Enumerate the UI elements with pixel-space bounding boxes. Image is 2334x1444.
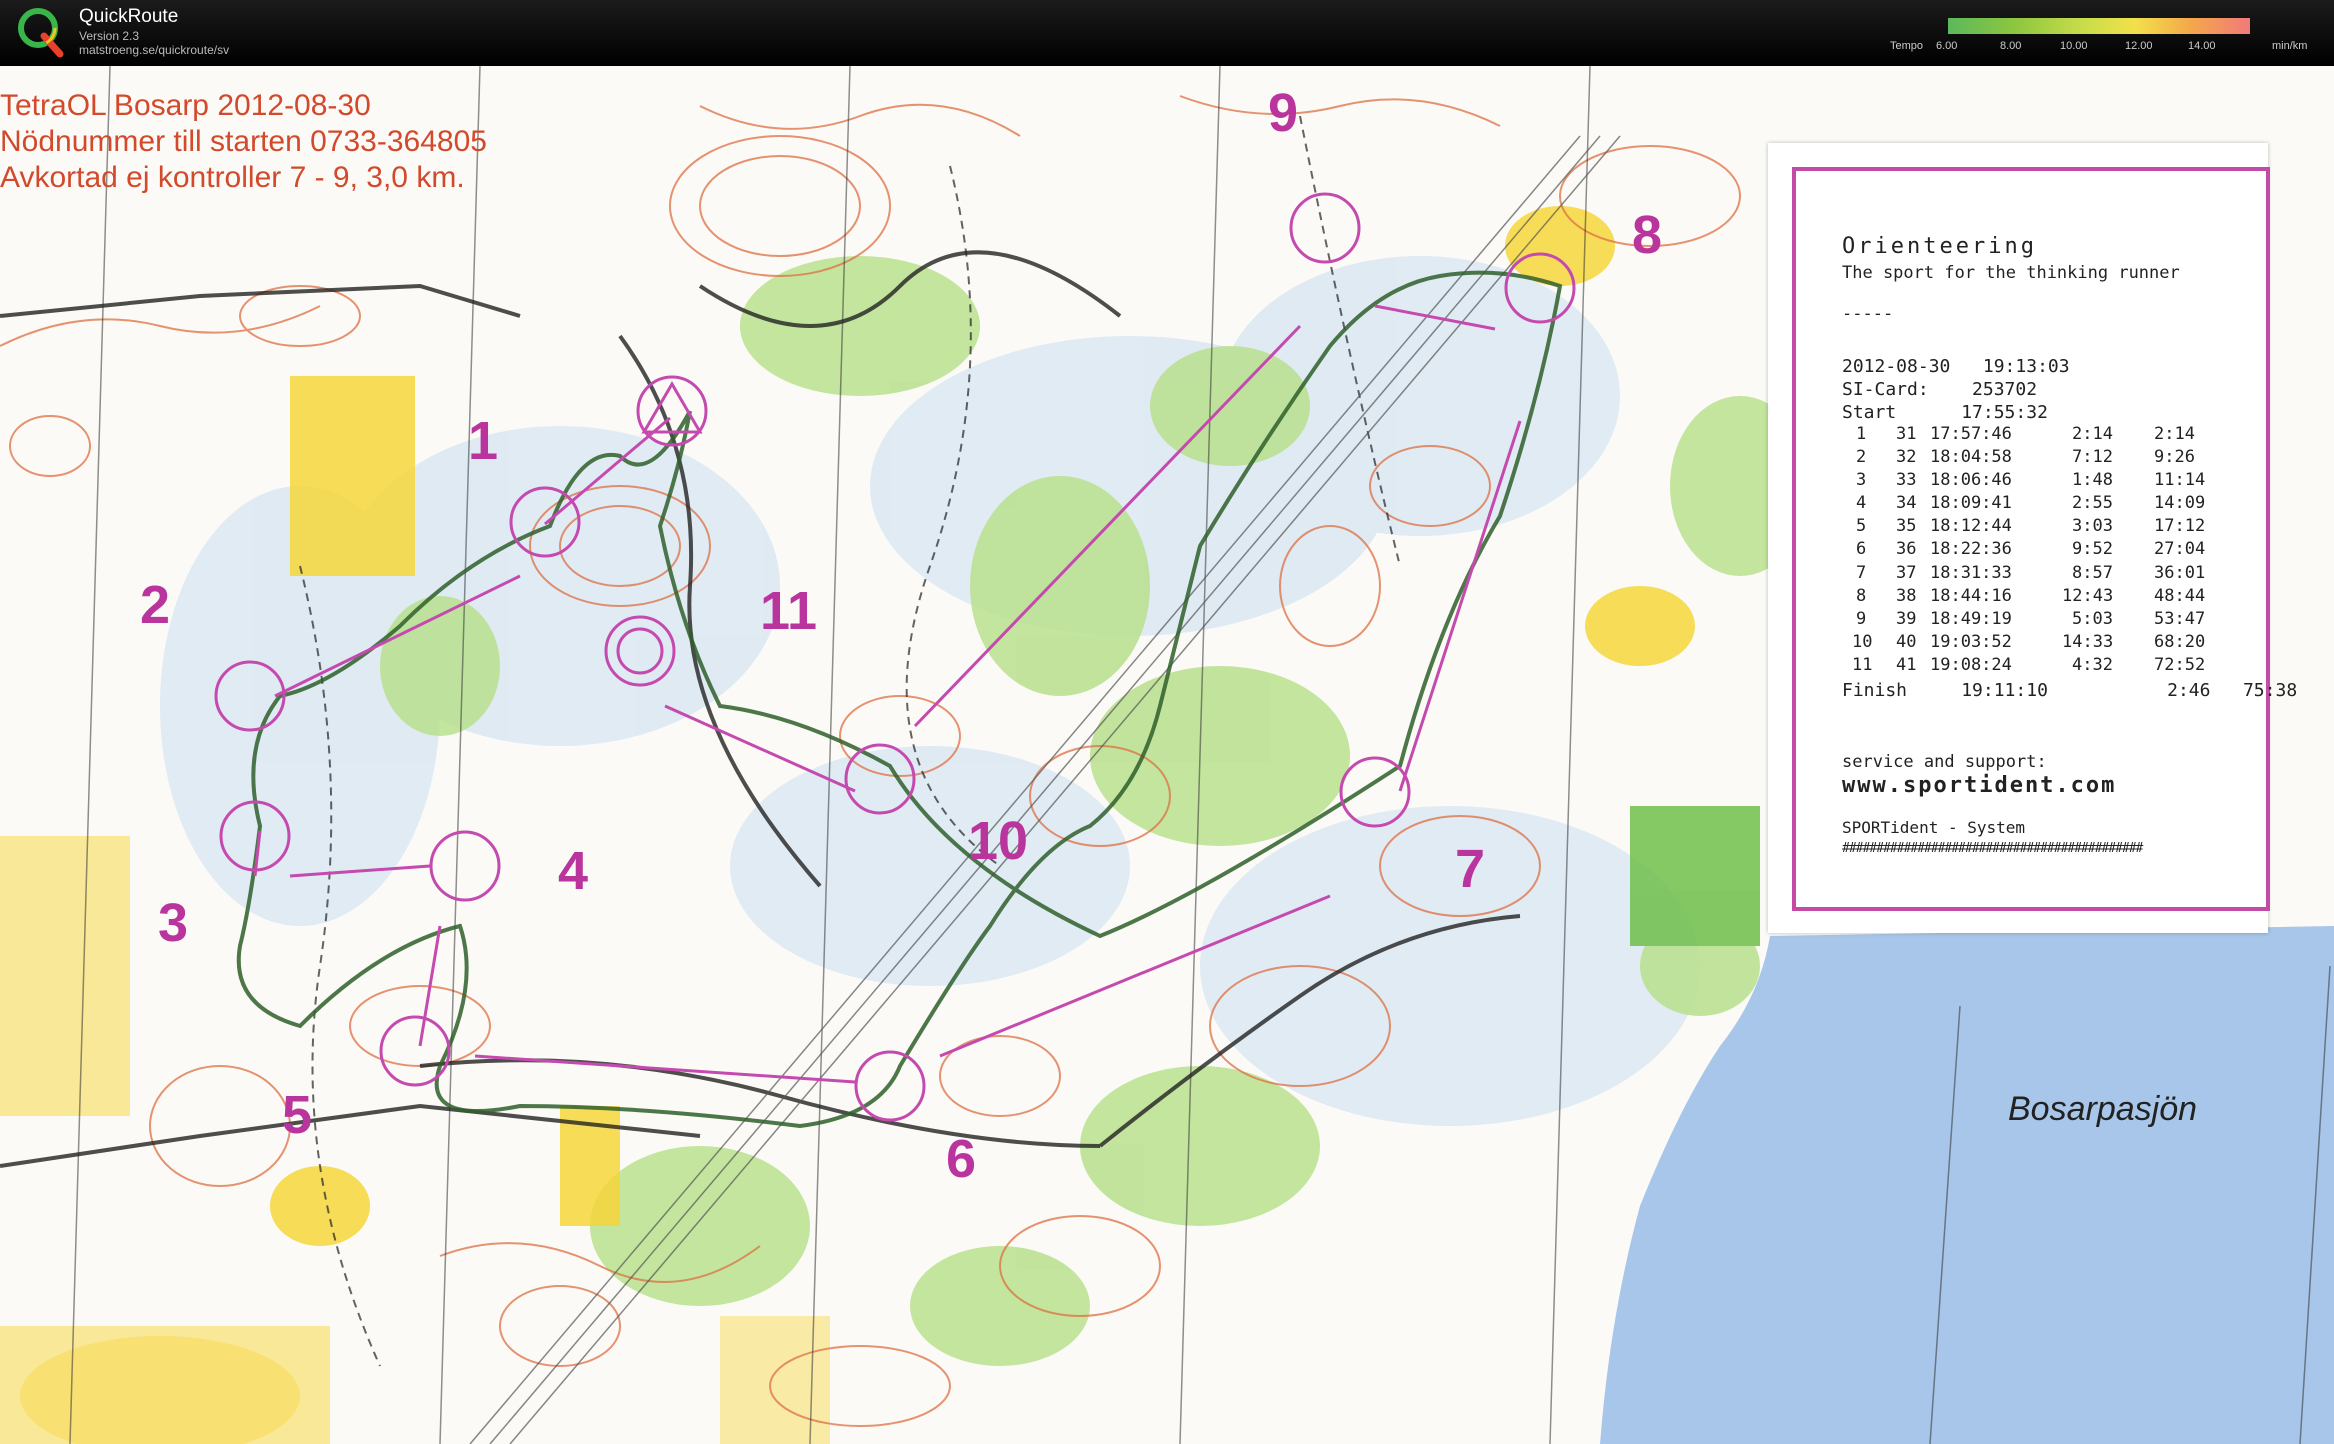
tempo-tick: 8.00 — [2000, 40, 2022, 52]
control-number-7: 7 — [1455, 839, 1486, 899]
split-list: 1 31 17:57:46 2:14 2:14 2 32 18:04:58 7:12 9:26 … — [1842, 424, 2282, 678]
tempo-color-scale[interactable] — [1948, 18, 2250, 34]
receipt-subtitle: The sport for the thinking runner — [1842, 263, 2180, 283]
control-number-11: 11 — [760, 581, 818, 641]
split-row: 11 41 19:08:24 4:32 72:52 — [1852, 654, 2206, 675]
split-row: 4 34 18:09:41 2:55 14:09 — [1856, 493, 2206, 514]
app-title: QuickRoute — [79, 6, 179, 27]
tempo-unit: min/km — [2272, 40, 2308, 52]
receipt-start: Start 17:55:32 — [1842, 402, 2048, 423]
lake-name: Bosarpasjön — [2008, 1090, 2198, 1128]
control-number-6: 6 — [946, 1129, 977, 1189]
event-title: TetraOL Bosarp 2012-08-30 — [0, 89, 371, 122]
quickroute-logo-icon — [18, 8, 64, 58]
app-version: Version 2.3 — [79, 29, 140, 43]
split-row: 7 37 18:31:33 8:57 36:01 — [1856, 562, 2206, 583]
receipt-title: Orienteering — [1842, 234, 2037, 259]
split-row: 2 32 18:04:58 7:12 9:26 — [1856, 447, 2195, 468]
tempo-tick: 14.00 — [2188, 40, 2216, 52]
receipt-website: www.sportident.com — [1842, 773, 2117, 798]
control-number-3: 3 — [158, 893, 189, 953]
split-row: 10 40 19:03:52 14:33 68:20 — [1852, 631, 2206, 652]
receipt-divider: ----- — [1842, 304, 1894, 324]
control-number-4: 4 — [558, 841, 589, 901]
split-row: 3 33 18:06:46 1:48 11:14 — [1856, 470, 2206, 491]
control-number-9: 9 — [1268, 83, 1299, 143]
control-number-5: 5 — [282, 1085, 313, 1145]
split-row: 9 39 18:49:19 5:03 53:47 — [1856, 608, 2206, 629]
receipt-service: service and support: — [1842, 752, 2047, 772]
app-url: matstroeng.se/quickroute/sv — [79, 43, 230, 57]
tempo-tick: 10.00 — [2060, 40, 2088, 52]
tempo-label: Tempo — [1890, 40, 1924, 52]
split-row: 5 35 18:12:44 3:03 17:12 — [1856, 516, 2206, 537]
shortened-course-note: Avkortad ej kontroller 7 - 9, 3,0 km. — [0, 161, 465, 194]
receipt-datetime: 2012-08-30 19:13:03 — [1842, 356, 2070, 377]
receipt-system: SPORTident - System — [1842, 818, 2026, 837]
receipt-finish: Finish 19:11:10 2:46 75:38 — [1842, 680, 2298, 701]
tempo-tick: 12.00 — [2125, 40, 2153, 52]
receipt-hash-line: ########################################… — [1842, 841, 2143, 856]
split-row: 6 36 18:22:36 9:52 27:04 — [1856, 539, 2206, 560]
split-row: 8 38 18:44:16 12:43 48:44 — [1856, 585, 2206, 606]
control-number-10: 10 — [968, 811, 1029, 871]
control-number-8: 8 — [1632, 205, 1663, 265]
emergency-number: Nödnummer till starten 0733-364805 — [0, 125, 487, 158]
control-number-2: 2 — [140, 575, 171, 635]
tempo-tick: 6.00 — [1936, 40, 1958, 52]
split-row: 1 31 17:57:46 2:14 2:14 — [1856, 424, 2195, 444]
receipt-si-card: SI-Card: 253702 — [1842, 379, 2038, 400]
control-number-1: 1 — [468, 411, 499, 471]
title-bar: QuickRoute Version 2.3 matstroeng.se/qui… — [0, 0, 2334, 66]
